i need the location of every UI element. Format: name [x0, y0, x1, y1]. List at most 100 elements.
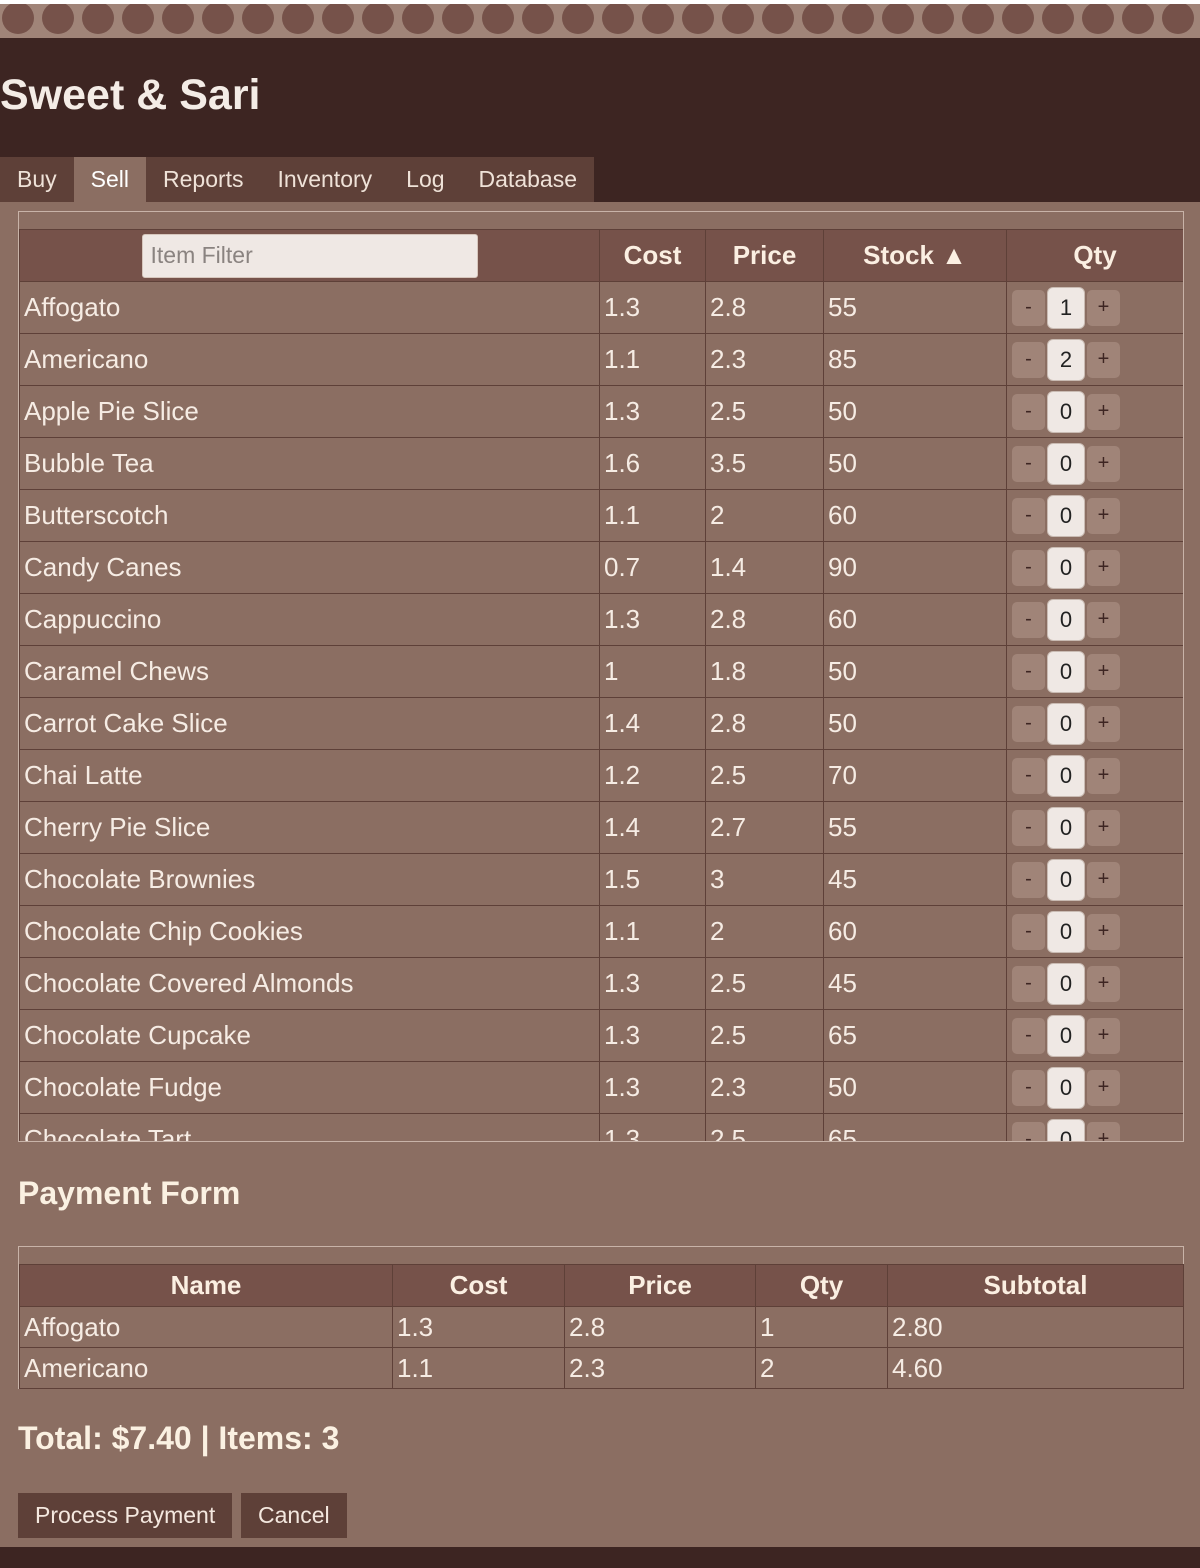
- increment-button[interactable]: +: [1087, 1017, 1120, 1054]
- item-name: Chai Latte: [19, 749, 600, 802]
- tab-log[interactable]: Log: [389, 157, 461, 202]
- header: Sweet & Sari Buy Sell Reports Inventory …: [0, 38, 1200, 202]
- footer-bar: [0, 1547, 1200, 1568]
- decrement-button[interactable]: -: [1012, 653, 1045, 690]
- item-cost: 0.7: [599, 541, 706, 594]
- decrement-button[interactable]: -: [1012, 341, 1045, 378]
- increment-button[interactable]: +: [1087, 809, 1120, 846]
- quantity-stepper: - 0 +: [1011, 702, 1183, 745]
- decrement-button[interactable]: -: [1012, 289, 1045, 326]
- decrement-button[interactable]: -: [1012, 809, 1045, 846]
- item-cost: 1.3: [599, 1061, 706, 1114]
- tab-database[interactable]: Database: [462, 157, 594, 202]
- item-price: 2: [705, 905, 824, 958]
- increment-button[interactable]: +: [1087, 705, 1120, 742]
- tab-inventory[interactable]: Inventory: [261, 157, 390, 202]
- increment-button[interactable]: +: [1087, 341, 1120, 378]
- increment-button[interactable]: +: [1087, 653, 1120, 690]
- decrement-button[interactable]: -: [1012, 393, 1045, 430]
- scallop-dot: [242, 4, 274, 34]
- item-cost: 1.5: [599, 853, 706, 906]
- decrement-button[interactable]: -: [1012, 497, 1045, 534]
- item-stock: 45: [823, 853, 1007, 906]
- item-stock: 45: [823, 957, 1007, 1010]
- quantity-value[interactable]: 0: [1047, 962, 1085, 1005]
- item-cost: 1.6: [599, 437, 706, 490]
- item-filter-input[interactable]: [141, 233, 478, 278]
- scallop-dot: [562, 4, 594, 34]
- payment-table-body: Affogato 1.3 2.8 1 2.80 Americano 1.1 2.…: [19, 1306, 1184, 1389]
- item-name: Candy Canes: [19, 541, 600, 594]
- qty-cell: - 0 +: [1006, 593, 1183, 646]
- item-cost: 1.1: [392, 1347, 565, 1389]
- stock-column-header[interactable]: Stock ▲: [823, 229, 1007, 282]
- item-name: Cherry Pie Slice: [19, 801, 600, 854]
- scallop-dot: [2, 4, 34, 34]
- quantity-value[interactable]: 0: [1047, 858, 1085, 901]
- item-name: Apple Pie Slice: [19, 385, 600, 438]
- quantity-value[interactable]: 0: [1047, 1066, 1085, 1109]
- increment-button[interactable]: +: [1087, 549, 1120, 586]
- increment-button[interactable]: +: [1087, 445, 1120, 482]
- qty-column-header[interactable]: Qty: [1006, 229, 1183, 282]
- decrement-button[interactable]: -: [1012, 757, 1045, 794]
- scallop-dot: [42, 4, 74, 34]
- increment-button[interactable]: +: [1087, 861, 1120, 898]
- quantity-value[interactable]: 0: [1047, 702, 1085, 745]
- price-column-header[interactable]: Price: [705, 229, 824, 282]
- increment-button[interactable]: +: [1087, 965, 1120, 1002]
- tab-sell[interactable]: Sell: [73, 157, 146, 202]
- quantity-value[interactable]: 0: [1047, 806, 1085, 849]
- process-payment-button[interactable]: Process Payment: [18, 1493, 233, 1538]
- quantity-value[interactable]: 0: [1047, 650, 1085, 693]
- item-price: 2.5: [705, 957, 824, 1010]
- increment-button[interactable]: +: [1087, 497, 1120, 534]
- increment-button[interactable]: +: [1087, 601, 1120, 638]
- scallop-dot: [442, 4, 474, 34]
- payment-total: Total: $7.40 | Items: 3: [18, 1420, 340, 1456]
- decrement-button[interactable]: -: [1012, 1017, 1045, 1054]
- decrement-button[interactable]: -: [1012, 1121, 1045, 1141]
- qty-cell: - 0 +: [1006, 541, 1183, 594]
- qty-cell: - 0 +: [1006, 645, 1183, 698]
- cost-column-header[interactable]: Cost: [599, 229, 706, 282]
- quantity-value[interactable]: 0: [1047, 390, 1085, 433]
- quantity-value[interactable]: 0: [1047, 442, 1085, 485]
- scallop-dot: [882, 4, 914, 34]
- tab-reports[interactable]: Reports: [146, 157, 261, 202]
- decrement-button[interactable]: -: [1012, 549, 1045, 586]
- decrement-button[interactable]: -: [1012, 913, 1045, 950]
- item-cost: 1.3: [599, 1009, 706, 1062]
- item-price: 2.8: [705, 697, 824, 750]
- scallop-dot: [362, 4, 394, 34]
- scallop-dot: [1082, 4, 1114, 34]
- cancel-button[interactable]: Cancel: [241, 1493, 347, 1538]
- quantity-stepper: - 0 +: [1011, 1014, 1183, 1057]
- item-stock: 50: [823, 1061, 1007, 1114]
- decrement-button[interactable]: -: [1012, 601, 1045, 638]
- decrement-button[interactable]: -: [1012, 705, 1045, 742]
- quantity-value[interactable]: 0: [1047, 1014, 1085, 1057]
- quantity-value[interactable]: 0: [1047, 494, 1085, 537]
- increment-button[interactable]: +: [1087, 913, 1120, 950]
- increment-button[interactable]: +: [1087, 1069, 1120, 1106]
- decrement-button[interactable]: -: [1012, 965, 1045, 1002]
- increment-button[interactable]: +: [1087, 1121, 1120, 1141]
- quantity-value[interactable]: 1: [1047, 286, 1085, 329]
- quantity-value[interactable]: 0: [1047, 910, 1085, 953]
- sell-table-container[interactable]: Cost Price Stock ▲ Qty Affogato 1.3 2.8 …: [18, 211, 1184, 1142]
- quantity-value[interactable]: 0: [1047, 598, 1085, 641]
- increment-button[interactable]: +: [1087, 757, 1120, 794]
- decrement-button[interactable]: -: [1012, 445, 1045, 482]
- quantity-value[interactable]: 0: [1047, 754, 1085, 797]
- tab-buy[interactable]: Buy: [0, 157, 74, 202]
- quantity-value[interactable]: 0: [1047, 546, 1085, 589]
- increment-button[interactable]: +: [1087, 289, 1120, 326]
- qty-cell: - 1 +: [1006, 281, 1183, 334]
- decrement-button[interactable]: -: [1012, 861, 1045, 898]
- decrement-button[interactable]: -: [1012, 1069, 1045, 1106]
- quantity-value[interactable]: 0: [1047, 1118, 1085, 1141]
- quantity-stepper: - 0 +: [1011, 962, 1183, 1005]
- quantity-value[interactable]: 2: [1047, 338, 1085, 381]
- increment-button[interactable]: +: [1087, 393, 1120, 430]
